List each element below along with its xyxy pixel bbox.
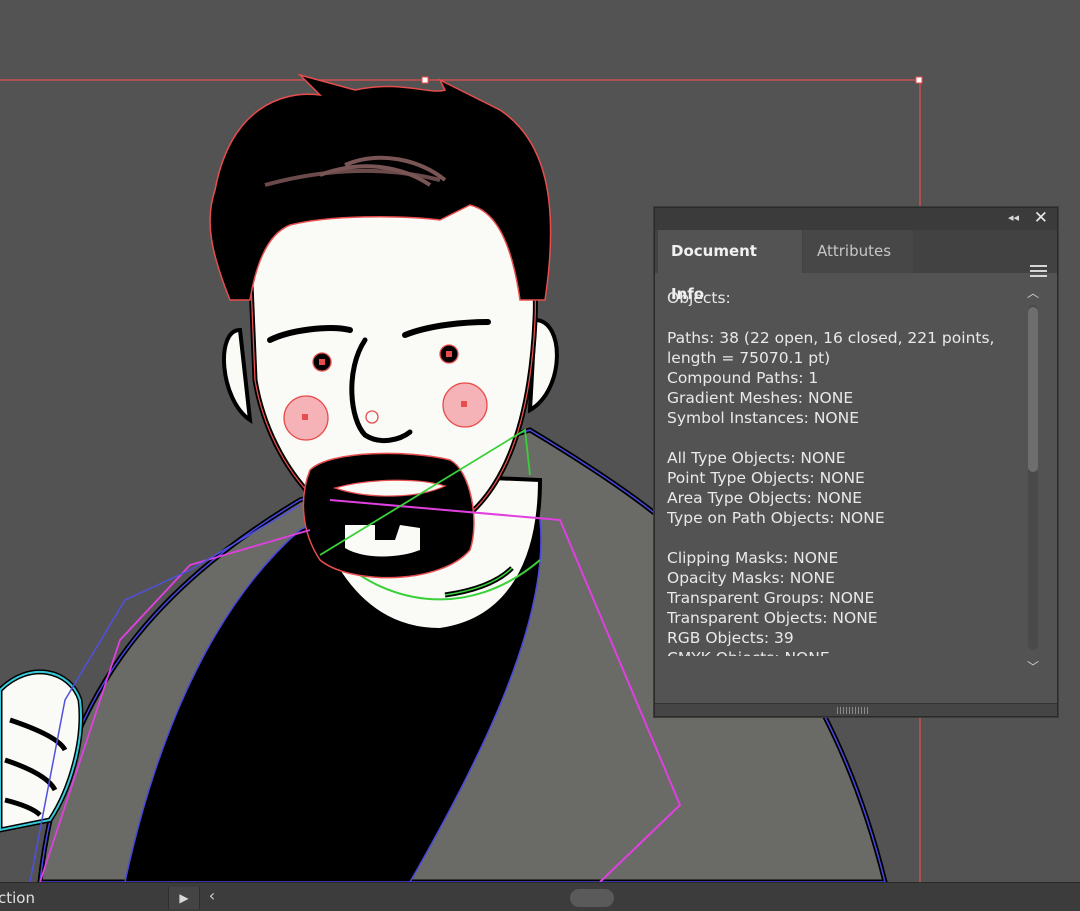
panel-scrollbar[interactable]: ︿ ﹀ [1023, 285, 1043, 674]
tab-document-info[interactable]: Document Info [658, 230, 802, 303]
double-chevron-left-icon[interactable]: ◂◂ [1008, 211, 1019, 225]
current-tool-label: ction [0, 889, 35, 907]
document-info-panel[interactable]: ◂◂ ✕ Document Info Attributes Objects: P… [654, 207, 1058, 717]
scroll-left-icon[interactable]: ‹ [202, 886, 222, 906]
chevron-down-icon[interactable]: ﹀ [1023, 659, 1043, 675]
scrollbar-thumb[interactable] [1028, 307, 1038, 472]
panel-tab-bar: Document Info Attributes [655, 230, 1057, 303]
document-info-content: Objects: Paths: 38 (22 open, 16 closed, … [667, 289, 995, 656]
status-bar: ction ▶ ‹ [0, 882, 1080, 911]
hamburger-menu-icon[interactable] [1030, 265, 1047, 280]
panel-footer [655, 703, 1057, 716]
chevron-up-icon[interactable]: ︿ [1023, 285, 1043, 301]
resize-grip[interactable] [837, 707, 869, 714]
close-icon[interactable]: ✕ [1034, 208, 1048, 228]
panel-title-bar[interactable]: ◂◂ ✕ [655, 208, 1057, 230]
tab-attributes[interactable]: Attributes [803, 230, 913, 273]
horizontal-scroll-thumb[interactable] [570, 889, 614, 907]
status-menu-arrow-icon[interactable]: ▶ [168, 887, 200, 909]
